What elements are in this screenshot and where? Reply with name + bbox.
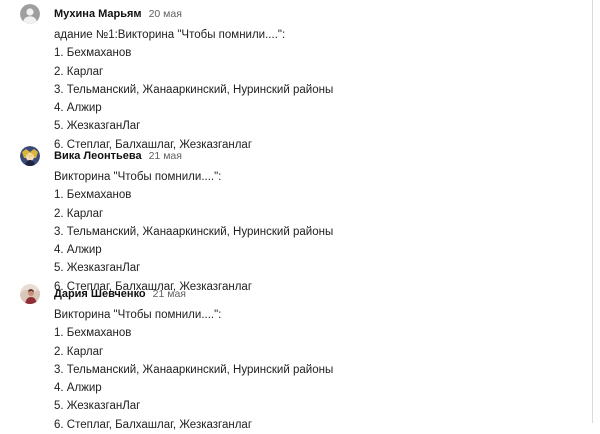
comment-line: 5. ЖезказганЛаг bbox=[54, 120, 141, 133]
author-name[interactable]: Мухина Марьям bbox=[54, 8, 142, 20]
comment-line: 4. Алжир bbox=[54, 382, 102, 395]
photo-avatar-icon[interactable] bbox=[20, 284, 40, 304]
comment-line: адание №1:Викторина "Чтобы помнили....": bbox=[54, 29, 286, 41]
comment-line: 1. Бехмаханов bbox=[54, 327, 132, 340]
comment-line: Викторина "Чтобы помнили....": bbox=[54, 171, 222, 183]
comment-line: 2. Карлаг bbox=[54, 207, 104, 220]
comment-line: Викторина "Чтобы помнили....": bbox=[54, 309, 222, 321]
author-name[interactable]: Вика Леонтьева bbox=[54, 150, 142, 162]
comment-line: 3. Тельманский, Жанааркинский, Нуринский… bbox=[54, 225, 334, 238]
comment-line: 1. Бехмаханов bbox=[54, 47, 132, 60]
comment-line: 6. Степлаг, Балхашлаг, Жезказганлаг bbox=[54, 418, 253, 431]
comments-panel: Мухина Марьям 20 мая адание №1:Викторина … bbox=[0, 0, 593, 431]
default-avatar-icon[interactable] bbox=[20, 4, 40, 24]
comment-text: адание №1:Викторина "Чтобы помнили....":… bbox=[54, 26, 333, 154]
comment-line: 5. ЖезказганЛаг bbox=[54, 262, 141, 275]
comment-line: 4. Алжир bbox=[54, 102, 102, 115]
comment-line: 3. Тельманский, Жанааркинский, Нуринский… bbox=[54, 83, 334, 96]
author-name[interactable]: Дария Шевченко bbox=[54, 288, 146, 300]
comment-date[interactable]: 20 мая bbox=[149, 8, 182, 20]
comment-text: Викторина "Чтобы помнили....": 1. Бехмах… bbox=[54, 168, 333, 296]
comment-header: Вика Леонтьева 21 мая bbox=[54, 146, 182, 164]
comment-header: Дария Шевченко 21 мая bbox=[54, 284, 186, 302]
comment-text: Викторина "Чтобы помнили....": 1. Бехмах… bbox=[54, 306, 333, 434]
comment-line: 3. Тельманский, Жанааркинский, Нуринский… bbox=[54, 363, 334, 376]
comment-line: 2. Карлаг bbox=[54, 345, 104, 358]
anime-character-avatar-icon[interactable] bbox=[20, 146, 40, 166]
comment-line: 2. Карлаг bbox=[54, 65, 104, 78]
comment-date[interactable]: 21 мая bbox=[153, 288, 186, 300]
comment-line: 5. ЖезказганЛаг bbox=[54, 400, 141, 413]
comment-date[interactable]: 21 мая bbox=[149, 150, 182, 162]
comment-header: Мухина Марьям 20 мая bbox=[54, 4, 182, 22]
comment-line: 1. Бехмаханов bbox=[54, 189, 132, 202]
comment-line: 4. Алжир bbox=[54, 244, 102, 257]
